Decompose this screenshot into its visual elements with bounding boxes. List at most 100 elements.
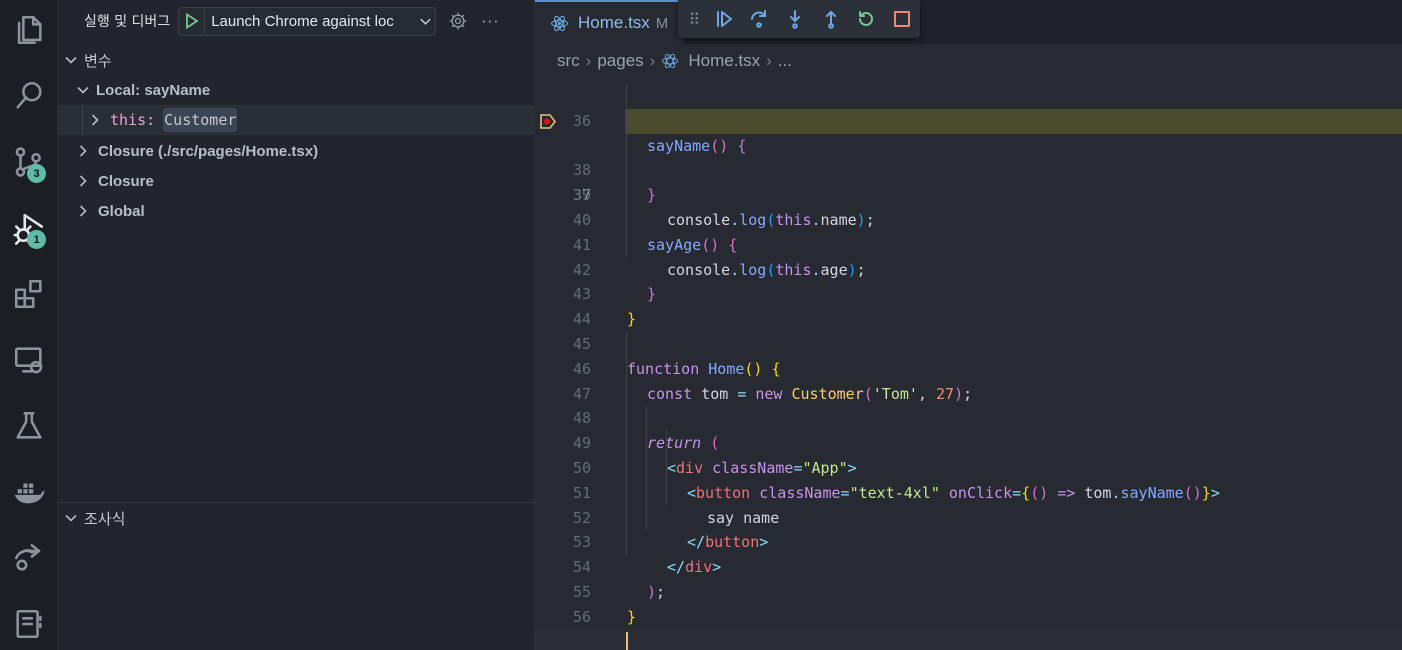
launch-config-dropdown[interactable]: Launch Chrome against loc [178, 6, 437, 36]
launch-config-label: Launch Chrome against loc [211, 12, 394, 30]
stop-icon [894, 11, 911, 27]
step-out-button[interactable] [813, 0, 849, 38]
chevron-right-icon: › [766, 51, 772, 70]
code-line: 49 <div className="App"> [535, 406, 1402, 477]
editor-area: Home.tsx M ⠿ src › pages › Home.tsx › ..… [535, 0, 1402, 650]
indent-guide [646, 406, 647, 531]
react-icon [662, 53, 679, 69]
local-scope-label: Local: sayName [96, 81, 211, 99]
scope-label: Global [98, 202, 145, 220]
notebook-icon[interactable] [0, 596, 58, 650]
variable-name: this [110, 111, 147, 129]
variable-value: Customer [163, 108, 238, 132]
variable-separator: : [146, 111, 156, 129]
run-debug-badge: 1 [27, 230, 46, 249]
play-icon [185, 13, 199, 29]
react-icon [551, 15, 568, 31]
code-line: 54 ); [535, 530, 1402, 601]
chevron-right-icon: › [585, 51, 592, 70]
step-into-icon [790, 10, 801, 29]
debug-toolbar: ⠿ [678, 0, 920, 38]
source-control-icon[interactable]: 3 [0, 134, 58, 190]
run-debug-icon[interactable]: 1 [0, 200, 58, 256]
chevron-right-icon [91, 114, 99, 126]
testing-icon[interactable] [0, 398, 58, 454]
activity-bar: 3 1 [0, 0, 58, 650]
step-over-button[interactable] [742, 0, 778, 38]
variables-section-label: 변수 [84, 52, 112, 70]
code-line: 43 } [535, 258, 1402, 328]
step-over-icon [751, 10, 767, 28]
tab-modified-indicator: M [655, 14, 669, 32]
gear-icon[interactable] [447, 10, 469, 32]
more-actions-button[interactable]: ··· [481, 12, 501, 31]
local-scope-row[interactable]: Local: sayName [58, 75, 535, 105]
chevron-down-icon [65, 56, 77, 64]
extensions-icon[interactable] [0, 266, 58, 322]
start-debugging-button[interactable] [179, 7, 206, 35]
breadcrumb: src › pages › Home.tsx › ... [535, 44, 1402, 78]
indent-guide [626, 84, 627, 258]
variable-row-this[interactable]: this : Customer [58, 105, 535, 135]
docker-icon[interactable] [0, 464, 58, 520]
code-line: 38 } [535, 134, 1402, 204]
code-line: 39 [535, 158, 1402, 204]
step-out-icon [825, 11, 836, 29]
source-control-badge: 3 [27, 164, 46, 183]
text-cursor [626, 631, 628, 650]
stop-button[interactable] [884, 0, 920, 38]
run-debug-sidebar: 실행 및 디버그 Launch Chrome against loc ··· 변… [58, 0, 535, 650]
tree-guide [82, 105, 83, 135]
scope-label: Closure [98, 172, 154, 190]
chevron-right-icon: › [649, 51, 656, 70]
code-line: 47 [535, 357, 1402, 403]
chevron-right-icon [79, 175, 87, 187]
breadcrumb-item[interactable]: Home.tsx [688, 51, 760, 71]
code-line: 46 const tom = new Customer('Tom', 27); [535, 332, 1402, 403]
scope-row-closure-file[interactable]: Closure (./src/pages/Home.tsx) [58, 136, 535, 166]
code-line: 56 [535, 580, 1402, 626]
code-line: 40 sayAge() { [535, 183, 1402, 254]
chevron-down-icon [77, 86, 89, 94]
step-into-button[interactable] [777, 0, 813, 38]
code-line: 57 export default Home; [535, 605, 1402, 650]
code-line: 44 [535, 282, 1402, 328]
search-icon[interactable] [0, 68, 58, 124]
restart-icon [859, 11, 874, 26]
live-share-icon[interactable] [0, 530, 58, 586]
code-line: 36 sayName() { [535, 84, 1402, 155]
sidebar-header: 실행 및 디버그 Launch Chrome against loc ··· [58, 0, 535, 42]
breadcrumb-item[interactable]: pages [597, 51, 643, 71]
chevron-down-icon [65, 514, 77, 522]
breakpoint-current-icon[interactable] [539, 113, 557, 130]
tab-home-tsx[interactable]: Home.tsx M [535, 0, 685, 44]
breadcrumb-item[interactable]: ... [778, 51, 792, 71]
variables-section-header[interactable]: 변수 [58, 45, 535, 75]
watch-section-header[interactable]: 조사식 [58, 503, 535, 533]
code-line: 41 console.log(this.age); [535, 208, 1402, 279]
breadcrumb-item[interactable]: src [557, 51, 580, 71]
tab-label: Home.tsx [578, 13, 650, 32]
explorer-icon[interactable] [0, 2, 58, 58]
indent-guide [626, 332, 627, 556]
continue-button[interactable] [706, 0, 742, 38]
code-line: 53 </div> [535, 506, 1402, 576]
scope-row-global[interactable]: Global [58, 196, 535, 226]
indent-guide [666, 431, 667, 506]
chevron-down-icon [415, 15, 435, 28]
code-line-cursor: 58 [535, 629, 1402, 650]
code-editor[interactable]: 36 sayName() { 37 console.log(this.name)… [535, 84, 1402, 650]
drag-handle-icon[interactable]: ⠿ [682, 10, 706, 29]
scope-row-closure[interactable]: Closure [58, 166, 535, 196]
code-line: 42 } [535, 233, 1402, 304]
continue-icon [716, 11, 732, 27]
tab-bar: Home.tsx M [535, 0, 1402, 44]
restart-button[interactable] [849, 0, 885, 38]
remote-explorer-icon[interactable] [0, 332, 58, 388]
scope-label: Closure (./src/pages/Home.tsx) [98, 142, 319, 160]
code-line-current: 37 console.log(this.name); [535, 108, 1402, 229]
code-line: 55 } [535, 555, 1402, 626]
sidebar-title: 실행 및 디버그 [84, 14, 171, 30]
current-line-highlight [625, 108, 1402, 134]
chevron-right-icon [79, 145, 87, 157]
